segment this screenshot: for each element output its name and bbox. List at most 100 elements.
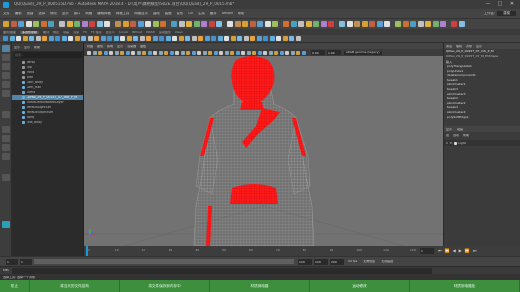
snap-curve-icon[interactable] [74,21,80,27]
viewport-tool-icon[interactable] [202,50,207,55]
viewport-tool-icon[interactable] [142,50,146,55]
viewport-tool-icon[interactable] [169,50,174,55]
new-scene-icon[interactable] [361,21,368,27]
viewport-tool-icon[interactable] [241,50,245,55]
menu-item[interactable]: 窗口 [74,12,81,15]
shelf-tab[interactable]: Bifrost [132,31,142,34]
open-scene-icon[interactable] [369,21,375,27]
redo-icon[interactable] [395,21,401,27]
shelf-tool-icon[interactable] [29,36,34,41]
viewport-tool-icon[interactable] [279,50,284,55]
viewport-tool-icon[interactable] [158,50,163,55]
select-object-icon[interactable] [171,21,177,27]
viewport-tool-icon[interactable] [285,50,289,55]
shelf-tool-icon[interactable] [100,36,106,41]
render-icon[interactable] [339,21,345,27]
anim-layer-dropdown[interactable]: 无动画层 [381,260,393,263]
viewport-menu-item[interactable]: 着色 [97,45,103,48]
outliner-menu-display[interactable]: 显示 [14,46,20,49]
menu-item[interactable]: 网格 [85,12,92,15]
move-tool-icon[interactable] [2,72,10,79]
channelbox-menu-item[interactable]: 通道 [446,45,452,48]
shelf-tool-icon[interactable] [120,36,125,41]
layer-visibility-toggle[interactable]: V [446,141,448,145]
menu-item[interactable]: 曲线 [153,12,160,15]
range-end-field[interactable] [314,258,328,265]
channelbox-menu-item[interactable]: 编辑 [456,45,462,48]
shelf-tool-icon[interactable] [204,36,210,41]
layout-icon[interactable] [2,153,10,160]
shelf-tab[interactable]: 多边形建模 [20,30,40,34]
select-object-icon[interactable] [410,21,416,27]
shelf-tool-icon[interactable] [152,36,158,41]
ipr-render-icon[interactable] [346,21,353,27]
snap-view-icon[interactable] [451,21,457,27]
step-forward-icon[interactable]: ⏩ [465,248,470,253]
shelf-tool-icon[interactable] [87,36,93,41]
shelf-tool-icon[interactable] [48,36,54,41]
step-back-icon[interactable]: ⏪ [445,248,450,253]
range-bar[interactable] [34,259,294,264]
taskbar-section[interactable]: 将文件保存到内存中 [120,280,210,292]
viewport-tool-icon[interactable] [252,50,256,55]
shelf-tab[interactable]: XGen [175,31,183,34]
shelf-tool-icon[interactable] [159,36,164,41]
taskbar-section[interactable]: 材质到电路处 [410,280,520,292]
menu-item[interactable]: 网格工具 [116,12,130,15]
render-settings-icon[interactable] [115,21,121,27]
viewport-tool-icon[interactable] [213,50,218,55]
shelf-tool-icon[interactable] [198,36,203,41]
shelf-tab[interactable]: 运动图形 [159,31,171,34]
viewport-tool-icon[interactable] [164,50,168,55]
menu-item[interactable]: UV [188,12,193,15]
shelf-tool-icon[interactable] [256,36,262,41]
workspace-dropdown[interactable]: 建模 [497,10,516,17]
shelf-tool-icon[interactable] [211,36,216,41]
viewport-tool-icon[interactable] [263,50,267,55]
viewport-tool-icon[interactable] [120,50,124,55]
viewport-tool-icon[interactable] [98,50,102,55]
outliner-search-input[interactable] [14,52,82,58]
shelf-tool-icon[interactable] [185,36,190,41]
select-component-icon[interactable] [417,21,424,27]
select-hierarchy-icon[interactable] [160,21,166,27]
undo-icon[interactable] [145,21,151,27]
shelf-tab[interactable]: FX [83,31,87,34]
menu-item[interactable]: 文件 [3,12,10,15]
menu-item[interactable]: 编辑 [15,12,22,15]
shelf-tool-icon[interactable] [146,36,151,41]
viewport-panel[interactable]: 视图 着色 照明 显示 渲染器 面板 sRGB gamma (legacy) [84,43,443,246]
viewport-tool-icon[interactable] [191,50,196,55]
fps-dropdown[interactable]: 24 fps [348,260,357,263]
shelf-tool-icon[interactable] [133,36,138,41]
menu-item[interactable]: 修改 [50,12,57,15]
viewport-tool-icon[interactable] [87,50,91,55]
paint-select-icon[interactable] [2,63,10,70]
viewport-tool-icon[interactable] [268,50,273,55]
channelbox-input-node[interactable]: polySoftEdge1 [444,116,520,121]
snap-grid-icon[interactable] [66,21,73,27]
shelf-tool-icon[interactable] [3,36,8,41]
four-pane-icon[interactable] [2,135,10,142]
layer-name[interactable]: Light [458,142,466,145]
close-button[interactable]: ✕ [506,1,518,8]
search-layout-icon[interactable] [2,174,10,181]
shelf-tool-icon[interactable] [217,36,223,41]
viewport-tool-icon[interactable] [186,50,190,55]
viewport-tool-icon[interactable] [92,50,97,55]
viewport-menu-item[interactable]: 面板 [140,45,146,48]
shelf-tool-icon[interactable] [81,36,86,41]
snap-grid-icon[interactable] [186,21,192,27]
viewport-tool-icon[interactable] [301,50,306,55]
go-to-start-icon[interactable]: ⏮ [438,248,442,253]
select-component-icon[interactable] [298,21,304,27]
shelf-tab[interactable]: 绑定 [53,31,59,34]
outliner-item[interactable]: role_body [12,120,83,125]
shelf-tab[interactable]: Arnold [119,31,129,34]
shelf-tab[interactable]: FX 缓存 [91,31,102,34]
layer-tab-display[interactable]: 显示 [446,128,452,131]
undo-icon[interactable] [264,21,271,27]
snap-grid-icon[interactable] [425,21,431,27]
new-scene-icon[interactable] [242,21,248,27]
viewport-tool-icon[interactable] [109,50,113,55]
